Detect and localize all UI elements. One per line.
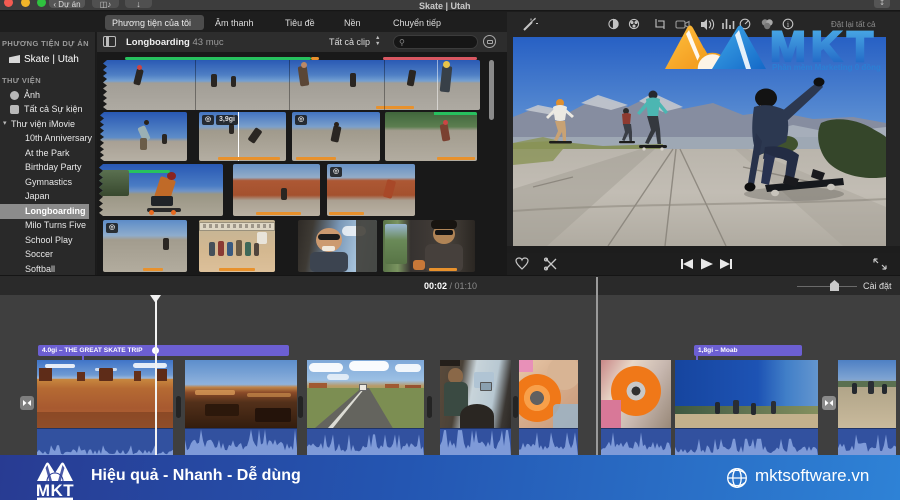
svg-text:MKT: MKT [36,481,74,500]
svg-text:Phần mềm Marketing 0 đồng: Phần mềm Marketing 0 đồng [772,63,881,72]
